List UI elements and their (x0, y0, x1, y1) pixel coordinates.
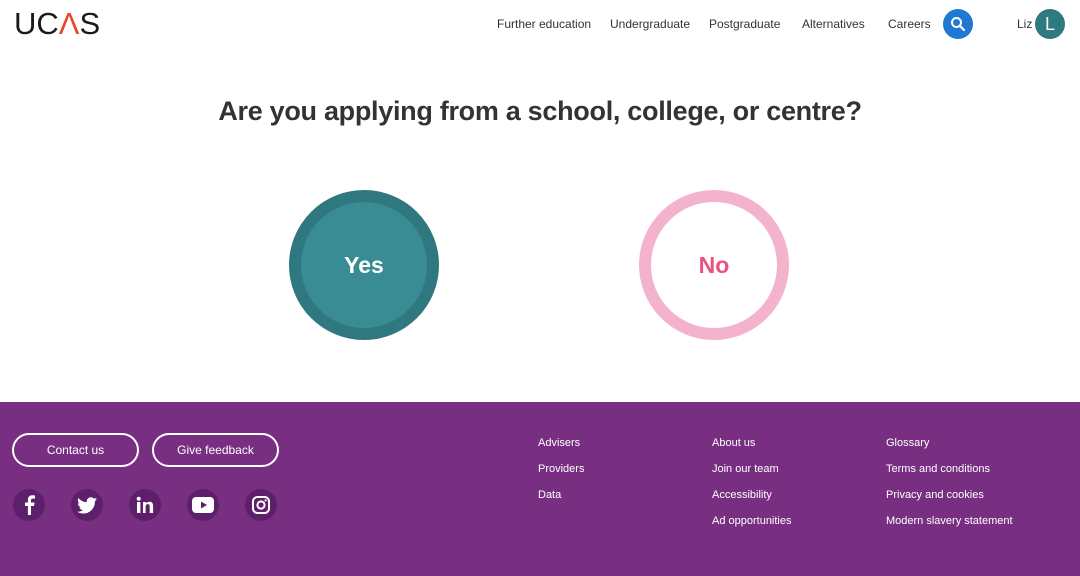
nav-alternatives[interactable]: Alternatives (802, 17, 865, 31)
footer-link-about-us[interactable]: About us (712, 437, 755, 449)
youtube-icon (192, 497, 214, 513)
footer-link-providers[interactable]: Providers (538, 463, 584, 475)
no-button[interactable]: No (639, 190, 789, 340)
twitter-link[interactable] (71, 489, 103, 521)
footer-link-advisers[interactable]: Advisers (538, 437, 580, 449)
footer-link-glossary[interactable]: Glossary (886, 437, 929, 449)
contact-us-button[interactable]: Contact us (12, 433, 139, 467)
nav-postgraduate[interactable]: Postgraduate (709, 17, 780, 31)
user-avatar[interactable]: L (1035, 9, 1065, 39)
logo-text-s: S (79, 6, 101, 41)
logo-text-uc: UC (14, 6, 59, 41)
youtube-link[interactable] (187, 489, 219, 521)
yes-button[interactable]: Yes (289, 190, 439, 340)
yes-label: Yes (344, 251, 384, 278)
linkedin-icon (136, 496, 154, 513)
facebook-link[interactable] (13, 489, 45, 521)
nav-further-education[interactable]: Further education (497, 17, 591, 31)
footer-link-terms[interactable]: Terms and conditions (886, 463, 990, 475)
logo-text-accent: Λ (58, 6, 80, 41)
twitter-icon (77, 496, 97, 513)
instagram-icon (252, 496, 270, 514)
instagram-link[interactable] (245, 489, 277, 521)
footer-link-privacy[interactable]: Privacy and cookies (886, 489, 984, 501)
page-question: Are you applying from a school, college,… (218, 96, 862, 126)
nav-careers[interactable]: Careers (888, 17, 931, 31)
site-header: UCΛS Further education Undergraduate Pos… (0, 0, 1080, 48)
linkedin-link[interactable] (129, 489, 161, 521)
user-name[interactable]: Liz (1017, 17, 1032, 31)
search-button[interactable] (943, 9, 973, 39)
search-icon (951, 17, 966, 32)
footer-link-join-our-team[interactable]: Join our team (712, 463, 779, 475)
footer-link-accessibility[interactable]: Accessibility (712, 489, 772, 501)
footer-link-data[interactable]: Data (538, 489, 561, 501)
no-label: No (698, 251, 730, 278)
footer-link-ad-opportunities[interactable]: Ad opportunities (712, 515, 792, 527)
site-footer: Contact us Give feedback Advisers Provid… (0, 402, 1080, 576)
footer-link-modern-slavery[interactable]: Modern slavery statement (886, 515, 1013, 527)
give-feedback-button[interactable]: Give feedback (152, 433, 279, 467)
facebook-icon (25, 495, 35, 515)
ucas-logo[interactable]: UCΛS (14, 7, 100, 41)
nav-undergraduate[interactable]: Undergraduate (610, 17, 690, 31)
